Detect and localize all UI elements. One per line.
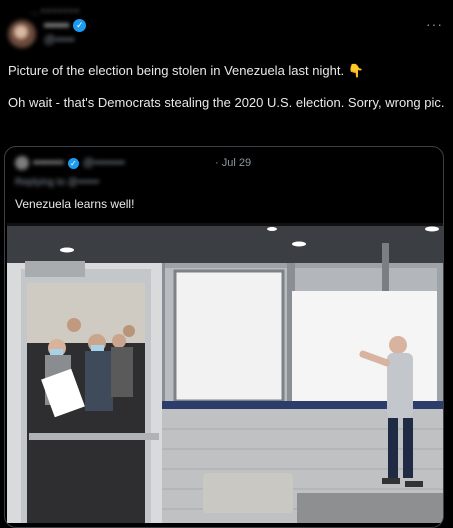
quote-replying-to: Replying to @••••••	[15, 177, 99, 188]
quote-photo[interactable]	[7, 223, 443, 523]
quoted-tweet-card[interactable]: •••••••• ✓ @•••••••• · Jul 29 Replying t…	[4, 146, 444, 528]
more-options-icon[interactable]: ···	[426, 16, 443, 32]
tweet-text-line-2: Oh wait - that's Democrats stealing the …	[8, 95, 445, 110]
quote-date[interactable]: · Jul 29	[215, 157, 251, 169]
top-context-line: … • • • • • • •	[30, 1, 140, 16]
quote-avatar[interactable]	[15, 156, 29, 170]
author-name[interactable]: ••••••	[44, 18, 69, 32]
avatar[interactable]	[8, 20, 36, 48]
quote-author-name[interactable]: ••••••••	[33, 157, 64, 169]
verified-badge-icon: ✓	[73, 18, 87, 32]
tweet-text-line-1: Picture of the election being stolen in …	[8, 63, 364, 78]
quote-verified-badge-icon: ✓	[67, 157, 79, 169]
quote-text: Venezuela learns well!	[15, 197, 135, 211]
tweet-body: Picture of the election being stolen in …	[8, 62, 448, 112]
top-context-text: … • • • • • • •	[30, 6, 79, 16]
quote-author-handle[interactable]: @••••••••	[83, 157, 125, 169]
quote-author-row[interactable]: •••••••• ✓ @••••••••	[15, 155, 125, 171]
author-handle[interactable]: @•••••	[44, 34, 74, 46]
election-room-photo-image	[7, 223, 443, 523]
author-row[interactable]: •••••• ✓	[44, 17, 87, 33]
